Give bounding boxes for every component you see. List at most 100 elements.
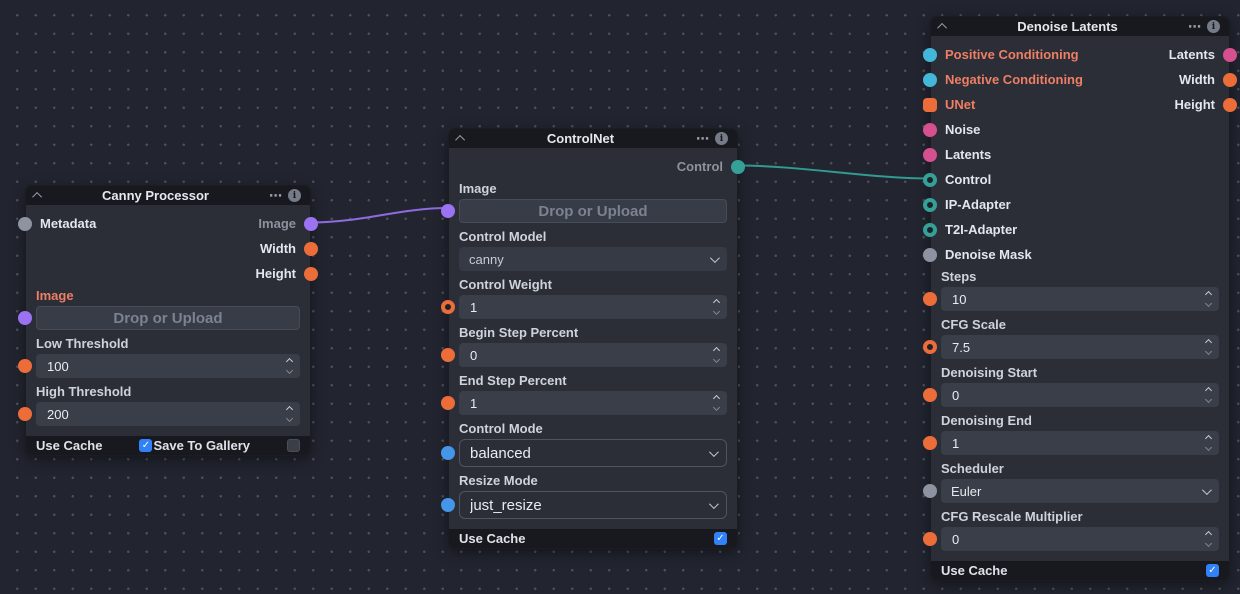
input-handle-control-weight[interactable] xyxy=(441,300,455,314)
control-weight-input[interactable] xyxy=(459,295,727,319)
denoising-start-value[interactable] xyxy=(941,383,1219,407)
input-handle-control-mode[interactable] xyxy=(441,446,455,460)
number-stepper[interactable] xyxy=(714,348,719,362)
output-handle-width[interactable] xyxy=(304,242,318,256)
stepper-down-icon[interactable] xyxy=(286,367,293,374)
input-handle-scheduler[interactable] xyxy=(923,484,937,498)
input-handle-image[interactable] xyxy=(441,204,455,218)
node-menu-icon[interactable]: ⋯ xyxy=(696,129,709,148)
stepper-up-icon[interactable] xyxy=(713,347,720,354)
edge-canny-image-to-controlnet-image[interactable] xyxy=(311,208,448,223)
cfg-scale-input[interactable] xyxy=(941,335,1219,359)
input-handle-steps[interactable] xyxy=(923,292,937,306)
save-to-gallery-checkbox[interactable] xyxy=(287,439,300,452)
stepper-up-icon[interactable] xyxy=(1205,291,1212,298)
node-denoise-latents[interactable]: Denoise Latents ⋯ i Positive Conditionin… xyxy=(930,16,1230,581)
input-handle-denoise-mask[interactable] xyxy=(923,248,937,262)
stepper-down-icon[interactable] xyxy=(1205,348,1212,355)
stepper-up-icon[interactable] xyxy=(713,299,720,306)
scheduler-select[interactable]: Euler xyxy=(941,479,1219,503)
node-header[interactable]: ControlNet ⋯ i xyxy=(449,129,737,148)
collapse-chevron-icon[interactable] xyxy=(937,23,947,33)
number-stepper[interactable] xyxy=(714,396,719,410)
cfg-rescale-multiplier-input[interactable] xyxy=(941,527,1219,551)
collapse-chevron-icon[interactable] xyxy=(455,135,465,145)
input-handle-end-step-percent[interactable] xyxy=(441,396,455,410)
stepper-up-icon[interactable] xyxy=(713,395,720,402)
output-handle-latents[interactable] xyxy=(1223,48,1237,62)
node-canny-processor[interactable]: Canny Processor ⋯ i Metadata Image Width… xyxy=(25,185,311,456)
input-handle-cfg-scale[interactable] xyxy=(923,340,937,354)
denoising-start-input[interactable] xyxy=(941,383,1219,407)
cfg-rescale-multiplier-value[interactable] xyxy=(941,527,1219,551)
stepper-down-icon[interactable] xyxy=(286,415,293,422)
workflow-canvas[interactable]: Canny Processor ⋯ i Metadata Image Width… xyxy=(0,0,1240,594)
stepper-down-icon[interactable] xyxy=(713,308,720,315)
number-stepper[interactable] xyxy=(1206,292,1211,306)
input-handle-denoising-end[interactable] xyxy=(923,436,937,450)
output-handle-width[interactable] xyxy=(1223,73,1237,87)
output-handle-image[interactable] xyxy=(304,217,318,231)
stepper-up-icon[interactable] xyxy=(286,406,293,413)
use-cache-checkbox[interactable]: ✓ xyxy=(1206,564,1219,577)
stepper-down-icon[interactable] xyxy=(1205,396,1212,403)
begin-step-percent-value[interactable] xyxy=(459,343,727,367)
input-handle-metadata[interactable] xyxy=(18,217,32,231)
input-handle-resize-mode[interactable] xyxy=(441,498,455,512)
end-step-percent-value[interactable] xyxy=(459,391,727,415)
input-handle-negative-conditioning[interactable] xyxy=(923,73,937,87)
output-handle-height[interactable] xyxy=(1223,98,1237,112)
node-controlnet[interactable]: ControlNet ⋯ i Control Image Drop or Upl… xyxy=(448,128,738,549)
low-threshold-input[interactable] xyxy=(36,354,300,378)
input-handle-control[interactable] xyxy=(923,173,937,187)
steps-value[interactable] xyxy=(941,287,1219,311)
node-menu-icon[interactable]: ⋯ xyxy=(1188,17,1201,36)
input-handle-positive-conditioning[interactable] xyxy=(923,48,937,62)
stepper-up-icon[interactable] xyxy=(1205,387,1212,394)
stepper-up-icon[interactable] xyxy=(1205,531,1212,538)
begin-step-percent-input[interactable] xyxy=(459,343,727,367)
number-stepper[interactable] xyxy=(1206,532,1211,546)
node-header[interactable]: Denoise Latents ⋯ i xyxy=(931,17,1229,36)
input-handle-high-threshold[interactable] xyxy=(18,407,32,421)
input-handle-noise[interactable] xyxy=(923,123,937,137)
number-stepper[interactable] xyxy=(1206,388,1211,402)
resize-mode-select[interactable]: just_resize xyxy=(459,491,727,519)
use-cache-checkbox[interactable]: ✓ xyxy=(714,532,727,545)
stepper-up-icon[interactable] xyxy=(1205,339,1212,346)
number-stepper[interactable] xyxy=(714,300,719,314)
cfg-scale-value[interactable] xyxy=(941,335,1219,359)
number-stepper[interactable] xyxy=(1206,340,1211,354)
input-handle-image[interactable] xyxy=(18,311,32,325)
stepper-down-icon[interactable] xyxy=(1205,540,1212,547)
stepper-down-icon[interactable] xyxy=(713,404,720,411)
node-header[interactable]: Canny Processor ⋯ i xyxy=(26,186,310,205)
output-handle-control[interactable] xyxy=(731,160,745,174)
info-icon[interactable]: i xyxy=(715,132,728,145)
low-threshold-value[interactable] xyxy=(36,354,300,378)
high-threshold-value[interactable] xyxy=(36,402,300,426)
input-handle-unet[interactable] xyxy=(923,98,937,112)
collapse-chevron-icon[interactable] xyxy=(32,192,42,202)
number-stepper[interactable] xyxy=(287,359,292,373)
input-handle-denoising-start[interactable] xyxy=(923,388,937,402)
output-handle-height[interactable] xyxy=(304,267,318,281)
input-handle-cfg-rescale-multiplier[interactable] xyxy=(923,532,937,546)
stepper-down-icon[interactable] xyxy=(1205,300,1212,307)
input-handle-ip-adapter[interactable] xyxy=(923,198,937,212)
number-stepper[interactable] xyxy=(1206,436,1211,450)
high-threshold-input[interactable] xyxy=(36,402,300,426)
image-drop-upload-button[interactable]: Drop or Upload xyxy=(36,306,300,330)
stepper-down-icon[interactable] xyxy=(1205,444,1212,451)
use-cache-checkbox[interactable]: ✓ xyxy=(139,439,152,452)
denoising-end-value[interactable] xyxy=(941,431,1219,455)
control-weight-value[interactable] xyxy=(459,295,727,319)
node-menu-icon[interactable]: ⋯ xyxy=(269,186,282,205)
stepper-up-icon[interactable] xyxy=(286,358,293,365)
number-stepper[interactable] xyxy=(287,407,292,421)
input-handle-begin-step-percent[interactable] xyxy=(441,348,455,362)
denoising-end-input[interactable] xyxy=(941,431,1219,455)
image-drop-upload-button[interactable]: Drop or Upload xyxy=(459,199,727,223)
control-mode-select[interactable]: balanced xyxy=(459,439,727,467)
control-model-select[interactable]: canny xyxy=(459,247,727,271)
